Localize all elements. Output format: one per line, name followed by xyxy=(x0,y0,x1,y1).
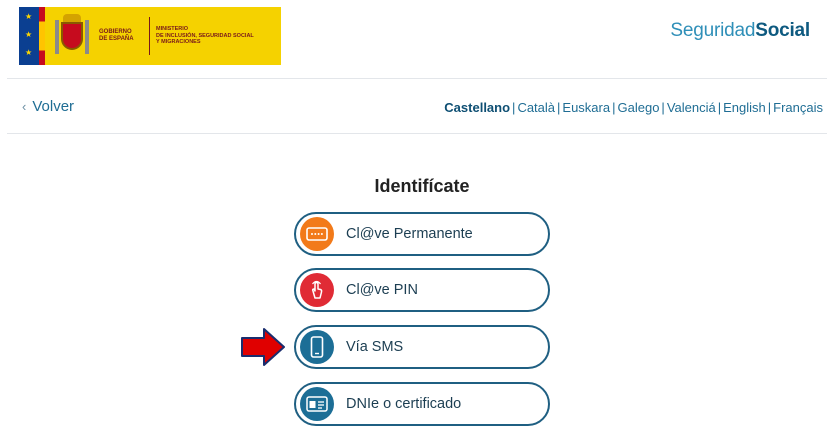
back-label: Volver xyxy=(32,98,75,115)
language-separator: | xyxy=(661,100,665,115)
header-divider xyxy=(7,78,827,79)
language-francais[interactable]: Français xyxy=(773,100,823,115)
language-separator: | xyxy=(557,100,561,115)
option-label: Cl@ve Permanente xyxy=(346,226,473,242)
language-separator: | xyxy=(612,100,616,115)
language-euskara[interactable]: Euskara xyxy=(562,100,610,115)
via-sms-button[interactable]: Vía SMS xyxy=(294,325,550,369)
nav-divider xyxy=(7,133,827,134)
government-logo-banner[interactable]: ★ ★ ★ GOBIERNO DE ESPAÑA MINISTERIO DE INC… xyxy=(19,7,281,65)
government-name: GOBIERNO DE ESPAÑA xyxy=(99,29,134,42)
banner-divider xyxy=(149,17,150,55)
keyboard-icon xyxy=(300,217,334,251)
hand-tap-icon xyxy=(300,273,334,307)
language-castellano[interactable]: Castellano xyxy=(444,100,510,115)
dnie-certificado-button[interactable]: DNIe o certificado xyxy=(294,382,550,426)
page-title: Identifícate xyxy=(374,176,470,196)
back-link[interactable]: ‹ Volver xyxy=(22,98,74,115)
id-card-icon xyxy=(300,387,334,421)
header: ★ ★ ★ GOBIERNO DE ESPAÑA MINISTERIO DE INC… xyxy=(0,0,827,78)
seguridad-social-logo[interactable]: SeguridadSocial xyxy=(670,20,810,42)
clave-pin-button[interactable]: Cl@ve PIN xyxy=(294,268,550,312)
language-english[interactable]: English xyxy=(723,100,766,115)
coat-of-arms-icon xyxy=(55,14,89,58)
language-separator: | xyxy=(512,100,516,115)
option-label: Vía SMS xyxy=(346,339,404,355)
language-separator: | xyxy=(717,100,722,115)
language-valencia[interactable]: Valenciá xyxy=(667,100,716,115)
eu-flag-icon: ★ ★ ★ xyxy=(19,7,39,65)
language-separator: | xyxy=(767,100,772,115)
spain-flag-icon xyxy=(39,7,45,65)
chevron-left-icon: ‹ xyxy=(22,99,27,114)
option-label: Cl@ve PIN xyxy=(346,282,418,298)
language-galego[interactable]: Galego xyxy=(618,100,660,115)
mobile-phone-icon xyxy=(300,330,334,364)
option-label: DNIe o certificado xyxy=(346,396,462,412)
red-arrow-annotation-icon xyxy=(241,328,285,366)
language-selector: Castellano | Català | Euskara | Galego | Valenci… xyxy=(444,100,823,115)
ministry-name: MINISTERIO DE INCLUSIÓN, SEGURIDAD SOCIA… xyxy=(156,26,254,46)
clave-permanente-button[interactable]: Cl@ve Permanente xyxy=(294,212,550,256)
language-catala[interactable]: Català xyxy=(517,100,555,115)
